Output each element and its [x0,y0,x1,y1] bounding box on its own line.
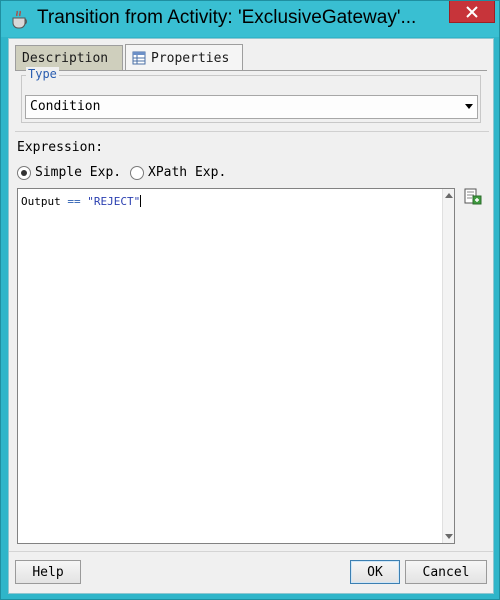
cancel-button[interactable]: Cancel [405,560,487,584]
button-bar-divider [9,551,493,552]
radio-simple-expression[interactable]: Simple Exp. [17,165,121,180]
title-bar[interactable]: Transition from Activity: 'ExclusiveGate… [1,1,499,37]
vertical-scrollbar[interactable] [442,189,454,543]
close-icon [466,5,478,18]
type-dropdown[interactable]: Condition [25,95,478,119]
expression-lhs: Output [21,195,61,208]
dialog-window: Transition from Activity: 'ExclusiveGate… [0,0,500,600]
expression-label: Expression: [17,140,104,155]
tab-divider [15,70,487,71]
tab-properties[interactable]: Properties [125,44,243,71]
tab-description-label: Description [22,51,109,66]
type-legend: Type [26,67,59,81]
radio-xpath-label: XPath Exp. [148,165,227,180]
ok-button[interactable]: OK [350,560,400,584]
table-icon [132,51,146,65]
expression-operator: == [67,195,81,208]
tab-properties-label: Properties [151,50,230,66]
expression-text: Output == "REJECT" [21,195,142,208]
dialog-client-area: Description Properties Type Condition Ex… [8,38,494,594]
radio-xpath-expression[interactable]: XPath Exp. [130,165,226,180]
type-group: Type Condition [21,67,481,123]
radio-simple-label: Simple Exp. [35,165,122,180]
coffee-cup-icon [12,10,27,29]
window-title: Transition from Activity: 'ExclusiveGate… [37,7,417,28]
type-dropdown-value: Condition [30,99,101,114]
radio-selected-icon [17,165,31,180]
expression-editor[interactable]: Output == "REJECT" [17,188,455,544]
text-caret [140,195,142,207]
section-divider [15,131,489,132]
chevron-down-icon [465,104,473,109]
radio-unselected-icon [130,165,144,180]
expression-builder-icon[interactable] [464,187,482,205]
scroll-down-icon[interactable] [445,534,453,539]
close-button[interactable] [449,1,495,23]
expression-value: "REJECT" [87,195,141,208]
scroll-up-icon[interactable] [445,193,453,198]
help-button[interactable]: Help [15,560,81,584]
